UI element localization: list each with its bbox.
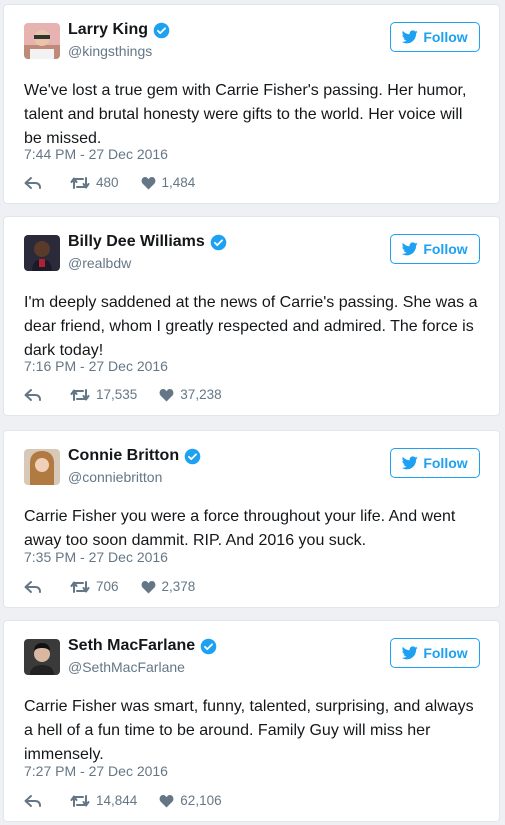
tweet-text: I'm deeply saddened at the news of Carri… bbox=[24, 294, 478, 359]
retweet-button[interactable]: 480 bbox=[70, 175, 119, 190]
reply-button[interactable] bbox=[24, 388, 48, 402]
author-row: Billy Dee Williams bbox=[68, 233, 227, 251]
reply-button[interactable] bbox=[24, 176, 48, 190]
heart-icon bbox=[141, 580, 155, 593]
tweet-actions: 480 1,484 bbox=[24, 175, 217, 190]
like-button[interactable]: 2,378 bbox=[141, 579, 196, 594]
retweet-count: 14,844 bbox=[96, 793, 138, 808]
heart-icon bbox=[159, 794, 174, 807]
retweet-count: 706 bbox=[96, 579, 119, 594]
follow-button[interactable]: Follow bbox=[390, 234, 480, 264]
author-name[interactable]: Connie Britton bbox=[68, 447, 179, 465]
author-row: Seth MacFarlane bbox=[68, 637, 217, 655]
reply-icon bbox=[24, 176, 41, 189]
retweet-button[interactable]: 14,844 bbox=[70, 793, 137, 808]
author-row: Larry King bbox=[68, 21, 170, 39]
avatar[interactable] bbox=[24, 449, 60, 485]
retweet-count: 17,535 bbox=[96, 387, 138, 402]
author-name[interactable]: Seth MacFarlane bbox=[68, 637, 195, 655]
heart-icon bbox=[141, 176, 155, 189]
retweet-count: 480 bbox=[96, 175, 119, 190]
tweet-text: Carrie Fisher you were a force throughou… bbox=[24, 508, 456, 549]
reply-button[interactable] bbox=[24, 794, 48, 808]
author-name[interactable]: Billy Dee Williams bbox=[68, 233, 205, 251]
tweet-text: Carrie Fisher was smart, funny, talented… bbox=[24, 698, 474, 763]
tweet-card: Connie Britton @conniebritton Follow Car… bbox=[3, 430, 500, 608]
tweet-timestamp[interactable]: 7:16 PM - 27 Dec 2016 bbox=[24, 358, 168, 374]
tweet-timestamp[interactable]: 7:35 PM - 27 Dec 2016 bbox=[24, 549, 168, 565]
reply-button[interactable] bbox=[24, 580, 48, 594]
avatar[interactable] bbox=[24, 23, 60, 59]
follow-button[interactable]: Follow bbox=[390, 22, 480, 52]
follow-button[interactable]: Follow bbox=[390, 448, 480, 478]
like-count: 62,106 bbox=[180, 793, 222, 808]
like-button[interactable]: 1,484 bbox=[141, 175, 196, 190]
follow-label: Follow bbox=[423, 29, 468, 45]
reply-icon bbox=[24, 794, 41, 807]
twitter-bird-icon bbox=[402, 242, 419, 256]
retweet-icon bbox=[70, 794, 90, 807]
follow-label: Follow bbox=[423, 645, 468, 661]
reply-icon bbox=[24, 388, 41, 401]
follow-label: Follow bbox=[423, 455, 468, 471]
author-row: Connie Britton bbox=[68, 447, 201, 465]
tweet-feed: Larry King @kingsthings Follow We've los… bbox=[0, 0, 505, 825]
like-button[interactable]: 62,106 bbox=[159, 793, 222, 808]
tweet-card: Billy Dee Williams @realbdw Follow I'm d… bbox=[3, 216, 500, 416]
heart-icon bbox=[159, 388, 174, 401]
twitter-bird-icon bbox=[402, 456, 419, 470]
like-count: 2,378 bbox=[161, 579, 196, 594]
avatar[interactable] bbox=[24, 235, 60, 271]
tweet-actions: 14,844 62,106 bbox=[24, 793, 244, 808]
follow-label: Follow bbox=[423, 241, 468, 257]
like-button[interactable]: 37,238 bbox=[159, 387, 222, 402]
author-handle[interactable]: @conniebritton bbox=[68, 469, 162, 485]
like-count: 37,238 bbox=[180, 387, 222, 402]
author-handle[interactable]: @SethMacFarlane bbox=[68, 659, 185, 675]
tweet-actions: 17,535 37,238 bbox=[24, 387, 244, 402]
retweet-button[interactable]: 17,535 bbox=[70, 387, 137, 402]
tweet-timestamp[interactable]: 7:44 PM - 27 Dec 2016 bbox=[24, 146, 168, 162]
verified-badge-icon bbox=[184, 448, 201, 465]
author-handle[interactable]: @kingsthings bbox=[68, 43, 152, 59]
author-name[interactable]: Larry King bbox=[68, 21, 148, 39]
twitter-bird-icon bbox=[402, 646, 419, 660]
twitter-bird-icon bbox=[402, 30, 419, 44]
tweet-card: Seth MacFarlane @SethMacFarlane Follow C… bbox=[3, 620, 500, 822]
verified-badge-icon bbox=[210, 234, 227, 251]
retweet-icon bbox=[70, 388, 90, 401]
reply-icon bbox=[24, 580, 41, 593]
retweet-button[interactable]: 706 bbox=[70, 579, 119, 594]
retweet-icon bbox=[70, 176, 90, 189]
verified-badge-icon bbox=[153, 22, 170, 39]
tweet-actions: 706 2,378 bbox=[24, 579, 217, 594]
retweet-icon bbox=[70, 580, 90, 593]
follow-button[interactable]: Follow bbox=[390, 638, 480, 668]
verified-badge-icon bbox=[200, 638, 217, 655]
avatar[interactable] bbox=[24, 639, 60, 675]
tweet-text: We've lost a true gem with Carrie Fisher… bbox=[24, 82, 467, 147]
tweet-card: Larry King @kingsthings Follow We've los… bbox=[3, 4, 500, 204]
tweet-timestamp[interactable]: 7:27 PM - 27 Dec 2016 bbox=[24, 763, 168, 779]
author-handle[interactable]: @realbdw bbox=[68, 255, 131, 271]
like-count: 1,484 bbox=[161, 175, 196, 190]
